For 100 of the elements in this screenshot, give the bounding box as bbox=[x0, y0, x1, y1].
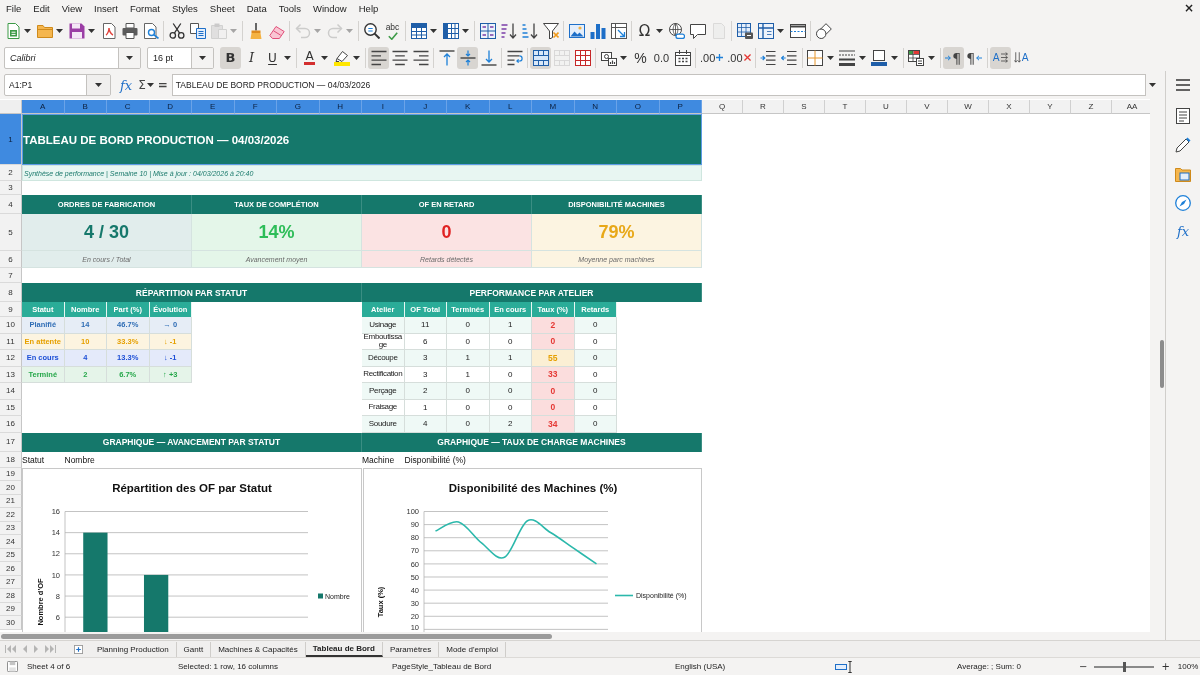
sheet-tab[interactable]: Machines & Capacités bbox=[211, 641, 306, 657]
name-box[interactable]: A1:P1 bbox=[4, 74, 111, 96]
compass-icon[interactable] bbox=[1175, 195, 1191, 211]
wrap-text-icon[interactable] bbox=[506, 49, 523, 66]
borders-icon[interactable] bbox=[807, 49, 824, 66]
expand-caret-icon[interactable] bbox=[1148, 83, 1156, 87]
plus-square-icon[interactable] bbox=[74, 644, 83, 654]
column-header[interactable]: AA bbox=[1112, 100, 1150, 114]
freeze-grid-icon[interactable] bbox=[757, 22, 774, 39]
column-header[interactable]: V bbox=[907, 100, 948, 114]
column-header[interactable]: N bbox=[574, 100, 617, 114]
row-header[interactable]: 30 bbox=[0, 616, 22, 630]
function-wizard-button[interactable]: fx bbox=[120, 77, 133, 93]
table-rows-icon[interactable] bbox=[410, 22, 427, 39]
zoom-out-button[interactable]: − bbox=[1077, 660, 1090, 673]
column-header[interactable]: B bbox=[64, 100, 107, 114]
menu-item[interactable]: Tools bbox=[272, 2, 307, 15]
speech-bubble-icon[interactable] bbox=[689, 22, 706, 39]
underline-button[interactable]: U bbox=[262, 46, 283, 69]
caret-icon[interactable] bbox=[146, 83, 154, 87]
menu-item[interactable]: Help bbox=[352, 2, 385, 15]
menu-item[interactable]: Insert bbox=[88, 2, 124, 15]
pen-icon[interactable] bbox=[1175, 137, 1191, 153]
image-icon[interactable] bbox=[568, 22, 585, 39]
column-header[interactable]: W bbox=[948, 100, 989, 114]
highlighter-icon[interactable] bbox=[333, 49, 350, 66]
caret-icon[interactable] bbox=[199, 55, 206, 60]
sheet-tab[interactable]: Mode d'emploi bbox=[439, 641, 506, 657]
formula-button[interactable]: = bbox=[157, 78, 168, 92]
align-bottom-icon[interactable] bbox=[480, 49, 497, 66]
scissors-icon[interactable] bbox=[168, 22, 185, 39]
sum-button[interactable]: Σ bbox=[138, 78, 146, 92]
row-header[interactable]: 26 bbox=[0, 562, 22, 576]
caret-icon[interactable] bbox=[858, 55, 866, 60]
functions-button[interactable]: fx bbox=[1176, 224, 1190, 240]
italic-button[interactable]: I bbox=[241, 46, 262, 69]
column-header[interactable]: C bbox=[107, 100, 150, 114]
column-header[interactable]: A bbox=[22, 100, 65, 114]
align-top-icon[interactable] bbox=[438, 49, 455, 66]
row-header[interactable]: 28 bbox=[0, 589, 22, 603]
column-header[interactable]: S bbox=[784, 100, 825, 114]
align-right-icon[interactable] bbox=[412, 49, 429, 66]
shapes-icon[interactable] bbox=[815, 22, 832, 39]
column-header[interactable]: F bbox=[234, 100, 277, 114]
slider-thumb[interactable] bbox=[1122, 661, 1126, 672]
row-header[interactable]: 14 bbox=[0, 383, 22, 400]
menu-item[interactable]: File bbox=[0, 2, 28, 15]
row-header[interactable]: 12 bbox=[0, 350, 22, 367]
column-header[interactable]: D bbox=[149, 100, 192, 114]
special-character-button[interactable]: Ω bbox=[634, 19, 655, 42]
stacked-text-button[interactable]: A bbox=[1010, 46, 1032, 69]
decimal-format-button[interactable]: 0.0 bbox=[651, 46, 672, 69]
language-indicator[interactable]: English (USA) bbox=[675, 662, 726, 671]
row-header[interactable]: 1 bbox=[0, 114, 22, 165]
globe-link-icon[interactable] bbox=[668, 22, 685, 39]
dropdown-button[interactable] bbox=[86, 75, 110, 95]
selection-mode-icon[interactable] bbox=[835, 660, 853, 673]
caret-icon[interactable] bbox=[927, 55, 935, 60]
caret-icon[interactable] bbox=[890, 55, 898, 60]
sheet-tab[interactable]: Gantt bbox=[176, 641, 212, 657]
printer-icon[interactable] bbox=[121, 22, 138, 39]
caret-icon[interactable] bbox=[56, 28, 63, 33]
dropdown-button[interactable] bbox=[191, 47, 213, 68]
caret-icon[interactable] bbox=[462, 28, 469, 33]
merged-grid-button[interactable] bbox=[530, 46, 551, 69]
row-header[interactable]: 22 bbox=[0, 508, 22, 522]
add-decimal-button[interactable]: .00 bbox=[698, 46, 726, 69]
column-header[interactable]: R bbox=[743, 100, 784, 114]
row-header[interactable]: 8 bbox=[0, 283, 22, 302]
border-swatch-icon[interactable] bbox=[871, 49, 888, 66]
column-header[interactable]: K bbox=[447, 100, 490, 114]
row-header[interactable]: 2 bbox=[0, 165, 22, 181]
column-header[interactable]: G bbox=[277, 100, 320, 114]
menu-item[interactable]: Edit bbox=[27, 2, 56, 15]
caret-icon[interactable] bbox=[88, 28, 95, 33]
column-header[interactable]: I bbox=[362, 100, 405, 114]
document-magnifier-icon[interactable] bbox=[142, 22, 159, 39]
formula-input[interactable]: TABLEAU DE BORD PRODUCTION — 04/03/2026 bbox=[171, 74, 1146, 96]
column-header[interactable]: T bbox=[825, 100, 866, 114]
bar-chart-icon[interactable] bbox=[589, 22, 606, 39]
close-button[interactable]: × bbox=[1181, 2, 1196, 15]
funnel-icon[interactable] bbox=[542, 22, 559, 39]
column-header[interactable]: J bbox=[404, 100, 447, 114]
column-header[interactable]: L bbox=[489, 100, 532, 114]
align-center-icon[interactable] bbox=[391, 49, 408, 66]
column-header[interactable]: Y bbox=[1030, 100, 1071, 114]
column-header[interactable]: M bbox=[532, 100, 575, 114]
zoom-in-button[interactable]: + bbox=[1159, 660, 1172, 673]
row-header[interactable]: 4 bbox=[0, 195, 22, 214]
sheet-tab[interactable]: Planning Production bbox=[90, 641, 177, 657]
row-header[interactable]: 5 bbox=[0, 214, 22, 251]
outdent-icon[interactable] bbox=[781, 49, 798, 66]
align-left-button[interactable] bbox=[368, 46, 389, 69]
menu-icon[interactable] bbox=[1176, 79, 1190, 91]
pdf-icon[interactable] bbox=[100, 22, 117, 39]
caret-icon[interactable] bbox=[826, 55, 834, 60]
column-header[interactable]: E bbox=[192, 100, 235, 114]
row-header[interactable]: 24 bbox=[0, 535, 22, 549]
column-header[interactable]: U bbox=[866, 100, 907, 114]
folder-image-icon[interactable] bbox=[1175, 166, 1191, 182]
